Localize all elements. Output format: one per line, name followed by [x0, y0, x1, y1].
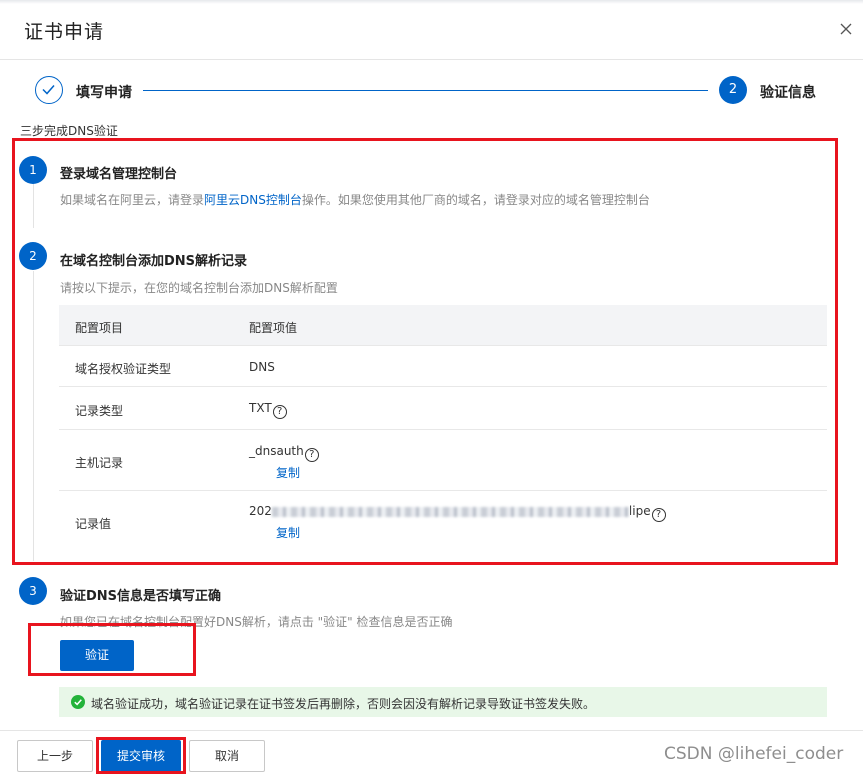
verify-subtitle: 三步完成DNS验证 [20, 124, 118, 138]
step1-label: 填写申请 [76, 85, 132, 101]
highlight-box [96, 737, 186, 774]
watermark: CSDN @lihefei_coder [664, 744, 844, 764]
success-message: 域名验证成功，域名验证记录在证书签发后再删除，否则会因没有解析记录导致证书签发失… [91, 697, 596, 711]
close-icon[interactable] [838, 21, 854, 37]
prev-step-button[interactable]: 上一步 [17, 740, 93, 772]
section3-number: 3 [19, 577, 47, 605]
step2-number: 2 [719, 76, 747, 104]
highlight-box [12, 138, 838, 565]
success-alert: 域名验证成功，域名验证记录在证书签发后再删除，否则会因没有解析记录导致证书签发失… [59, 687, 827, 717]
step2-label: 验证信息 [760, 85, 816, 101]
step1-done-icon [35, 76, 63, 104]
highlight-box [28, 623, 196, 676]
step-connector [143, 90, 708, 91]
certificate-apply-dialog: 证书申请 填写申请 2 验证信息 三步完成DNS验证 1 登录域名管理控制台 如… [0, 0, 863, 774]
dialog-title: 证书申请 [24, 21, 105, 43]
cancel-button[interactable]: 取消 [189, 740, 265, 772]
section3-title: 验证DNS信息是否填写正确 [60, 589, 222, 604]
success-check-icon [71, 695, 85, 709]
dialog-header: 证书申请 [0, 0, 863, 60]
check-icon [42, 85, 55, 95]
